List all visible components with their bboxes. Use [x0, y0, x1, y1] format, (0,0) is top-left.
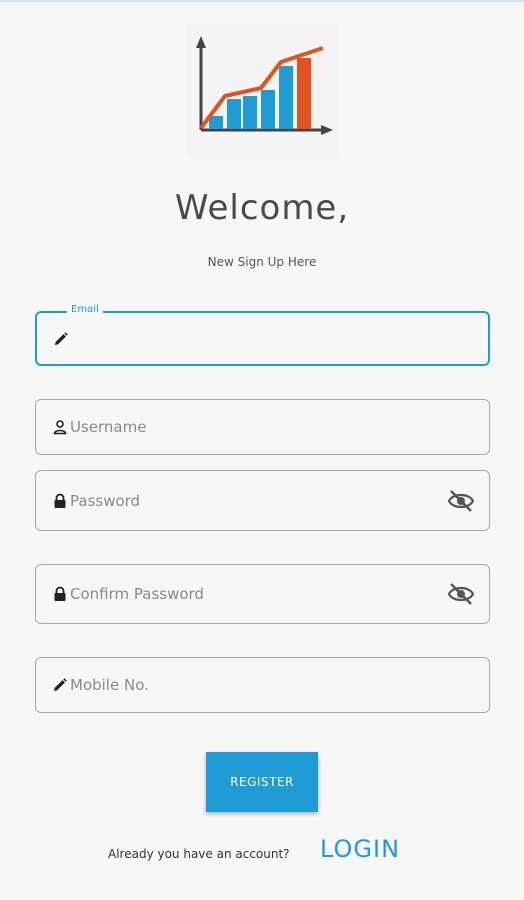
login-link[interactable]: LOGIN	[320, 835, 400, 863]
username-field[interactable]: Username	[35, 399, 490, 455]
password-field[interactable]: Password	[35, 470, 490, 531]
email-field[interactable]: Email	[35, 304, 490, 366]
already-account-text: Already you have an account?	[108, 847, 290, 861]
pencil-icon	[54, 678, 67, 691]
confirm-password-field[interactable]: Confirm Password	[35, 564, 490, 624]
signup-screen: Welcome, New Sign Up Here Email Username…	[0, 0, 524, 900]
lock-icon	[54, 586, 66, 601]
email-label: Email	[67, 304, 103, 315]
eye-off-icon[interactable]	[447, 582, 475, 606]
mobile-placeholder: Mobile No.	[70, 676, 149, 694]
welcome-heading: Welcome,	[174, 188, 350, 228]
confirm-password-placeholder: Confirm Password	[70, 585, 204, 603]
password-placeholder: Password	[70, 491, 141, 510]
person-icon	[53, 420, 67, 435]
username-placeholder: Username	[70, 418, 147, 436]
register-button[interactable]: REGISTER	[206, 752, 318, 812]
subtitle-text: New Sign Up Here	[207, 255, 317, 269]
lock-icon	[54, 493, 66, 508]
pencil-icon	[55, 331, 68, 345]
growth-chart-logo-icon	[187, 24, 339, 156]
mobile-field[interactable]: Mobile No.	[35, 657, 490, 713]
eye-off-icon[interactable]	[447, 489, 475, 513]
